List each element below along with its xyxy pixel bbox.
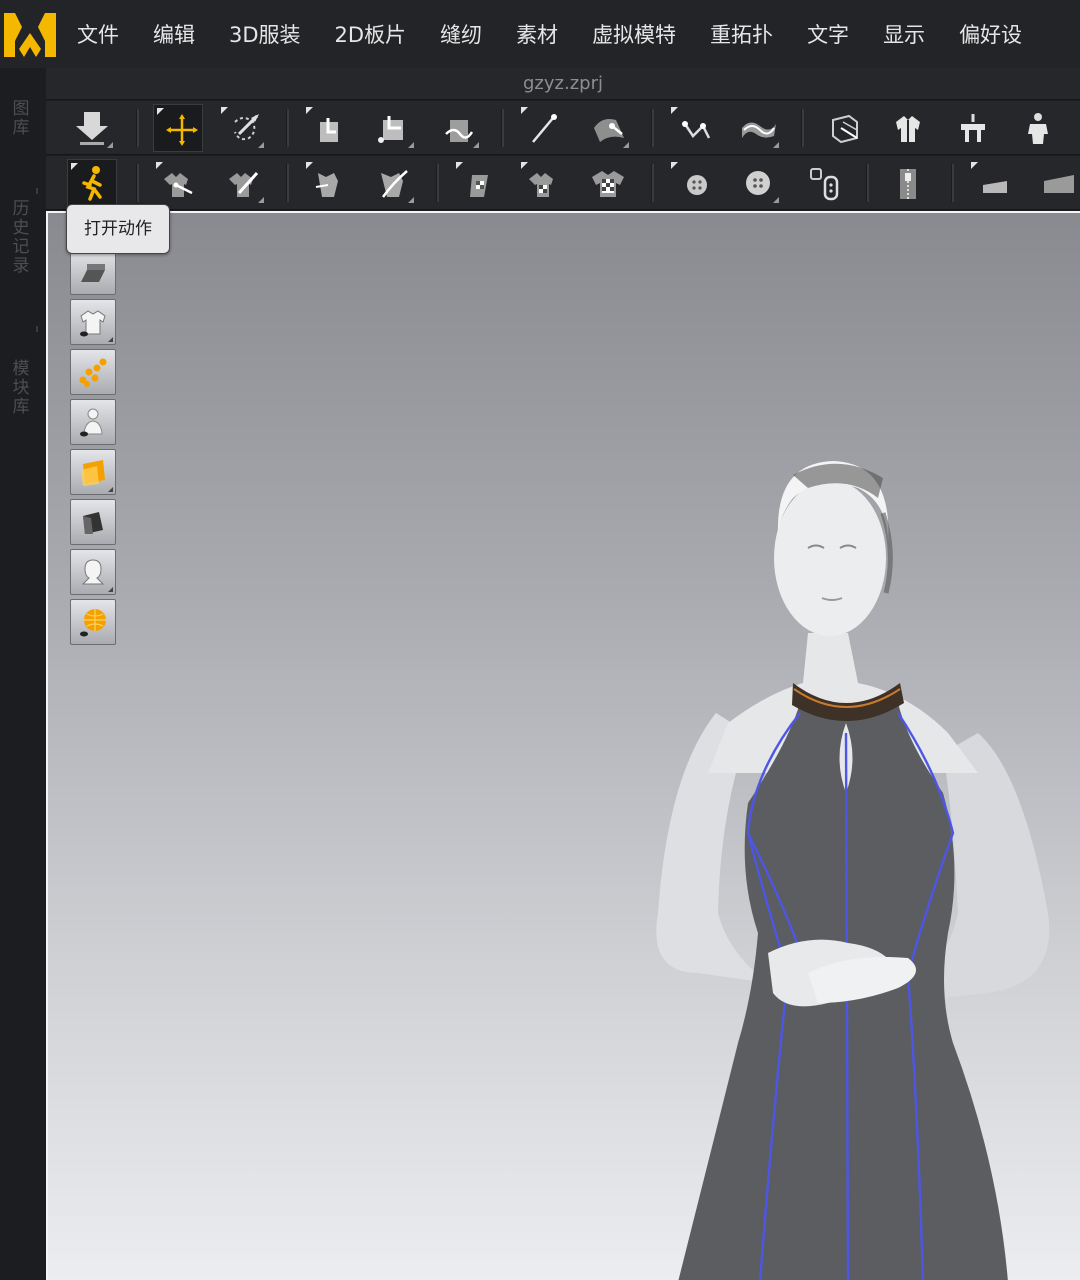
menu-item-9[interactable]: 显示: [866, 0, 942, 68]
menu-item-8[interactable]: 文字: [790, 0, 866, 68]
pin-icon[interactable]: [518, 104, 568, 152]
tape-icon[interactable]: [733, 104, 783, 152]
button-icon[interactable]: [733, 159, 783, 207]
draw-graphic-icon[interactable]: [368, 159, 418, 207]
select-mesh-icon[interactable]: [218, 104, 268, 152]
import-arrow-icon[interactable]: [67, 104, 117, 152]
menu-items: 文件 编辑 3D服装 2D板片 缝纫 素材 虚拟模特 重拓扑 文字 显示 偏好设: [60, 0, 1039, 68]
tack-icon[interactable]: [433, 104, 483, 152]
show-avatar-icon[interactable]: [70, 399, 116, 445]
fold-fabric-icon[interactable]: [368, 104, 418, 152]
toolbar-3d-garment-top: [46, 101, 1080, 155]
side-tab-history[interactable]: 历史记录: [8, 200, 34, 276]
file-title-bar: gzyz.zprj: [46, 68, 1080, 100]
measure-icon[interactable]: [668, 104, 718, 152]
menu-item-6[interactable]: 虚拟模特: [575, 0, 693, 68]
hanger-icon[interactable]: [948, 104, 998, 152]
fold-arrangement-icon[interactable]: [303, 104, 353, 152]
tooltip-text: 打开动作: [84, 219, 152, 239]
menu-item-5[interactable]: 素材: [499, 0, 575, 68]
avatar-silhouette-icon[interactable]: [70, 549, 116, 595]
menu-bar: 文件 编辑 3D服装 2D板片 缝纫 素材 虚拟模特 重拓扑 文字 显示 偏好设: [0, 0, 1080, 68]
file-name: gzyz.zprj: [523, 73, 603, 94]
tooltip-open-motion: 打开动作: [66, 204, 170, 254]
select-move-icon[interactable]: [153, 104, 203, 152]
show-points-icon[interactable]: [70, 349, 116, 395]
app-window: 文件 编辑 3D服装 2D板片 缝纫 素材 虚拟模特 重拓扑 文字 显示 偏好设 图库 历史记录 模…: [0, 0, 1080, 1280]
fabric-mesh-icon[interactable]: [70, 499, 116, 545]
avatar-icon[interactable]: [1013, 104, 1063, 152]
menu-item-2[interactable]: 3D服装: [212, 0, 318, 68]
puckering-icon[interactable]: [968, 159, 1018, 207]
pen-texture-icon[interactable]: [218, 159, 268, 207]
menu-item-0[interactable]: 文件: [60, 0, 136, 68]
edit-graphic-icon[interactable]: [303, 159, 353, 207]
side-tab-separator: [36, 326, 38, 332]
side-tab-label: 历史记录: [12, 199, 30, 276]
menu-item-10[interactable]: 偏好设: [942, 0, 1039, 68]
texture-surface-icon[interactable]: [70, 449, 116, 495]
open-motion-icon[interactable]: [67, 159, 117, 207]
marvelous-designer-logo-icon[interactable]: [0, 0, 60, 68]
menu-item-1[interactable]: 编辑: [136, 0, 212, 68]
side-tab-label: 图库: [12, 99, 30, 138]
3d-viewport[interactable]: [46, 211, 1080, 1280]
side-tab-separator: [36, 188, 38, 194]
buttonhole-icon[interactable]: [798, 159, 848, 207]
select-button-icon[interactable]: [668, 159, 718, 207]
side-tab-modules[interactable]: 模块库: [8, 360, 34, 417]
checker-tshirt-icon[interactable]: [583, 159, 633, 207]
flag-texture-icon[interactable]: [453, 159, 503, 207]
toolbar-3d-garment-bottom: [46, 156, 1080, 210]
side-tab-library[interactable]: 图库: [8, 100, 34, 138]
menu-item-7[interactable]: 重拓扑: [693, 0, 790, 68]
zipper-icon[interactable]: [883, 159, 933, 207]
environment-icon[interactable]: [70, 599, 116, 645]
fabric-flat-icon[interactable]: [1033, 159, 1080, 207]
side-tab-label: 模块库: [12, 359, 30, 417]
garment-fit-icon[interactable]: [883, 104, 933, 152]
menu-item-3[interactable]: 2D板片: [318, 0, 424, 68]
edit-texture-icon[interactable]: [153, 159, 203, 207]
avatar-figure: [656, 461, 1050, 1280]
left-side-tab-strip: 图库 历史记录 模块库: [0, 68, 46, 1280]
checker-shirt-icon[interactable]: [518, 159, 568, 207]
strap-icon[interactable]: [583, 104, 633, 152]
display-grid-icon[interactable]: [70, 249, 116, 295]
avatar-box-icon[interactable]: [818, 104, 868, 152]
menu-item-4[interactable]: 缝纫: [423, 0, 499, 68]
show-garment-icon[interactable]: [70, 299, 116, 345]
